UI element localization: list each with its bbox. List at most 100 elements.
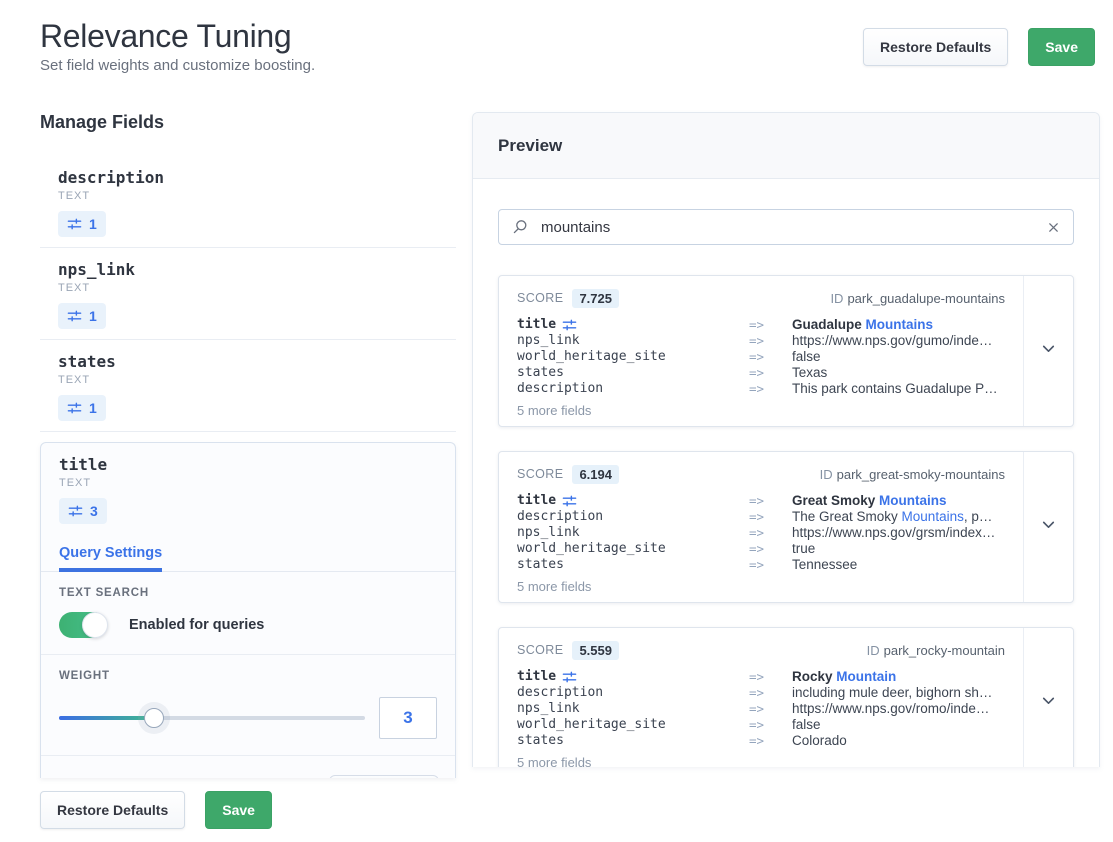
page-title: Relevance Tuning bbox=[40, 16, 315, 56]
result-field-name: description bbox=[517, 381, 749, 397]
field-tabs: Query Settings bbox=[41, 544, 455, 572]
preview-panel: Preview SCORE7.725IDpark_guadalupe-mount… bbox=[472, 112, 1100, 767]
weight-slider[interactable] bbox=[59, 708, 365, 728]
result-field-value: including mule deer, bighorn sh… bbox=[792, 685, 1005, 701]
expand-result-button[interactable] bbox=[1023, 276, 1073, 426]
field-weight-badge: 3 bbox=[59, 498, 107, 524]
manage-fields-heading: Manage Fields bbox=[40, 112, 456, 133]
text-search-label: TEXT SEARCH bbox=[59, 587, 437, 599]
result-field-value: https://www.nps.gov/grsm/index… bbox=[792, 525, 1005, 541]
field-type: TEXT bbox=[58, 190, 438, 202]
save-button[interactable]: Save bbox=[1028, 28, 1095, 66]
field-weight-value: 3 bbox=[90, 503, 98, 519]
result-card-main: SCORE7.725IDpark_guadalupe-mountainstitl… bbox=[499, 276, 1023, 426]
result-field-name: nps_link bbox=[517, 701, 749, 717]
clipped-button[interactable] bbox=[329, 775, 439, 778]
result-field-row: nps_link=>https://www.nps.gov/gumo/inde… bbox=[517, 333, 1005, 349]
arrow-glyph: => bbox=[749, 717, 792, 733]
save-button-bottom[interactable]: Save bbox=[205, 791, 272, 829]
score-label: SCORE bbox=[517, 467, 563, 481]
page-subtitle: Set field weights and customize boosting… bbox=[40, 57, 315, 74]
result-field-value: https://www.nps.gov/romo/inde… bbox=[792, 701, 1005, 717]
arrow-glyph: => bbox=[749, 381, 792, 397]
arrow-glyph: => bbox=[749, 685, 792, 701]
arrow-glyph: => bbox=[749, 349, 792, 365]
result-field-name: world_heritage_site bbox=[517, 717, 749, 733]
score-label: SCORE bbox=[517, 291, 563, 305]
field-card-title[interactable]: title TEXT 3 Query Settings TEXT SEARCH … bbox=[40, 442, 456, 778]
field-item-description[interactable]: descriptionTEXT1 bbox=[40, 156, 456, 248]
result-field-value: true bbox=[792, 541, 1005, 557]
fields-list: descriptionTEXT1nps_linkTEXT1statesTEXT1 bbox=[40, 156, 456, 432]
result-field-name: states bbox=[517, 365, 749, 381]
restore-defaults-button[interactable]: Restore Defaults bbox=[863, 28, 1008, 66]
more-fields-label: 5 more fields bbox=[517, 755, 1005, 767]
result-field-name: nps_link bbox=[517, 333, 749, 349]
result-field-row: title=>Rocky Mountain bbox=[517, 669, 1005, 685]
preview-heading: Preview bbox=[473, 113, 1099, 179]
expand-result-button[interactable] bbox=[1023, 452, 1073, 602]
result-field-name: world_heritage_site bbox=[517, 349, 749, 365]
results-list: SCORE7.725IDpark_guadalupe-mountainstitl… bbox=[498, 275, 1074, 767]
arrow-glyph: => bbox=[749, 333, 792, 349]
result-field-value: false bbox=[792, 717, 1005, 733]
tab-query-settings[interactable]: Query Settings bbox=[59, 545, 162, 571]
field-type: TEXT bbox=[59, 477, 437, 489]
search-icon bbox=[512, 219, 528, 235]
result-field-row: nps_link=>https://www.nps.gov/romo/inde… bbox=[517, 701, 1005, 717]
field-type: TEXT bbox=[58, 374, 438, 386]
chevron-down-icon bbox=[1040, 516, 1057, 538]
result-field-name: states bbox=[517, 557, 749, 573]
restore-defaults-button-bottom[interactable]: Restore Defaults bbox=[40, 791, 185, 829]
weight-slider-handle[interactable] bbox=[144, 708, 164, 728]
field-name: title bbox=[59, 455, 437, 474]
sliders-icon bbox=[562, 494, 577, 509]
result-card-park_great-smoky-mountains: SCORE6.194IDpark_great-smoky-mountainsti… bbox=[498, 451, 1074, 603]
weight-value-input[interactable]: 3 bbox=[379, 697, 437, 739]
expand-result-button[interactable] bbox=[1023, 628, 1073, 767]
score-badge: 6.194 bbox=[572, 465, 619, 484]
page-footer: Restore Defaults Save bbox=[40, 791, 272, 829]
header-actions: Restore Defaults Save bbox=[863, 28, 1095, 66]
result-field-name: title bbox=[517, 493, 749, 509]
score-badge: 5.559 bbox=[572, 641, 619, 660]
field-weight-badge: 1 bbox=[58, 395, 106, 421]
field-item-states[interactable]: statesTEXT1 bbox=[40, 340, 456, 432]
result-field-value: Texas bbox=[792, 365, 1005, 381]
sliders-icon bbox=[562, 670, 577, 685]
field-weight-value: 1 bbox=[89, 400, 97, 416]
arrow-glyph: => bbox=[749, 525, 792, 541]
weight-slider-fill bbox=[59, 716, 154, 720]
result-field-value: https://www.nps.gov/gumo/inde… bbox=[792, 333, 1005, 349]
selected-field-head: title TEXT 3 bbox=[41, 443, 455, 524]
search-input[interactable] bbox=[539, 218, 1036, 237]
preview-body: SCORE7.725IDpark_guadalupe-mountainstitl… bbox=[473, 179, 1099, 767]
result-field-value: Great Smoky Mountains bbox=[792, 493, 1005, 509]
result-field-value: Colorado bbox=[792, 733, 1005, 749]
arrow-glyph: => bbox=[749, 541, 792, 557]
text-search-toggle-label: Enabled for queries bbox=[129, 617, 264, 633]
arrow-glyph: => bbox=[749, 317, 792, 333]
clear-search-icon[interactable] bbox=[1047, 221, 1060, 234]
result-card-main: SCORE6.194IDpark_great-smoky-mountainsti… bbox=[499, 452, 1023, 602]
arrow-glyph: => bbox=[749, 669, 792, 685]
chevron-down-icon bbox=[1040, 692, 1057, 714]
text-search-section: TEXT SEARCH Enabled for queries bbox=[41, 572, 455, 655]
search-box bbox=[498, 209, 1074, 245]
arrow-glyph: => bbox=[749, 701, 792, 717]
text-search-toggle[interactable] bbox=[59, 612, 107, 638]
result-field-name: world_heritage_site bbox=[517, 541, 749, 557]
document-id: IDpark_rocky-mountain bbox=[867, 643, 1005, 658]
field-item-nps_link[interactable]: nps_linkTEXT1 bbox=[40, 248, 456, 340]
field-name: nps_link bbox=[58, 260, 438, 279]
result-field-value: The Great Smoky Mountains, p… bbox=[792, 509, 1005, 525]
sliders-icon bbox=[67, 401, 82, 416]
sliders-icon bbox=[562, 318, 577, 333]
result-field-value: This park contains Guadalupe P… bbox=[792, 381, 1005, 397]
field-weight-badge: 1 bbox=[58, 211, 106, 237]
arrow-glyph: => bbox=[749, 509, 792, 525]
score-label: SCORE bbox=[517, 643, 563, 657]
result-field-row: description=>The Great Smoky Mountains, … bbox=[517, 509, 1005, 525]
document-id: IDpark_guadalupe-mountains bbox=[830, 291, 1005, 306]
more-fields-label: 5 more fields bbox=[517, 403, 1005, 418]
